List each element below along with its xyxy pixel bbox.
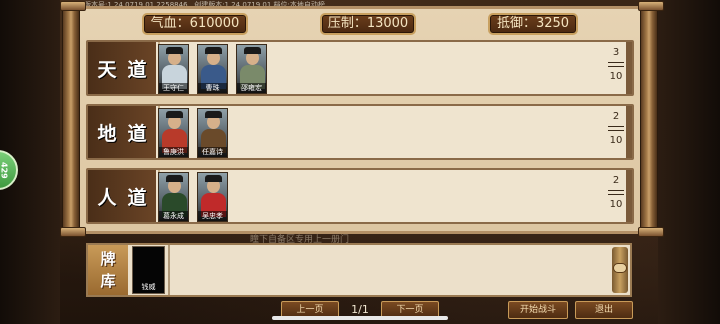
- bank-scrollbar[interactable]: [612, 247, 628, 293]
- hero-name: 葛永成: [159, 211, 188, 221]
- hero-card[interactable]: 葛永成: [158, 172, 189, 222]
- hero-card[interactable]: 王守仁: [158, 44, 189, 94]
- row-label-char: 人: [97, 186, 117, 209]
- exit-button[interactable]: 退出: [575, 301, 633, 319]
- row-count: 2 10: [608, 111, 624, 146]
- scroll-rod-right: [638, 1, 664, 237]
- hero-name: 王守仁: [159, 83, 188, 93]
- bank-card[interactable]: 钱威: [132, 246, 165, 294]
- row-label: 天 道: [88, 42, 156, 94]
- row-count: 2 10: [608, 175, 624, 210]
- bank-label-char: 牌: [100, 250, 116, 268]
- hero-name: 曹珠: [198, 83, 227, 93]
- card-bank[interactable]: 牌 库 钱威: [86, 243, 632, 297]
- formation-row-ren[interactable]: 人 道 葛永成 吴忠孝 2 10: [86, 168, 634, 224]
- hero-card[interactable]: 鲁庚洪: [158, 108, 189, 158]
- row-end-cap: [626, 106, 632, 158]
- bank-card-name: 钱威: [141, 283, 156, 291]
- scroll-knob-icon[interactable]: [613, 263, 627, 273]
- row-label-char: 道: [127, 122, 147, 145]
- hero-name: 邵雍宏: [237, 83, 266, 93]
- formation-row-tian[interactable]: 天 道 王守仁 曹珠 邵雍宏 3 10: [86, 40, 634, 96]
- suppress-stat: 压制：13000: [320, 13, 416, 35]
- row-label: 人 道: [88, 170, 156, 222]
- row-count: 3 10: [608, 47, 624, 82]
- bank-label-char: 库: [100, 272, 116, 290]
- hero-name: 鲁庚洪: [159, 147, 188, 157]
- row-end-cap: [626, 170, 632, 222]
- hp-stat: 气血：610000: [142, 13, 248, 35]
- start-battle-button[interactable]: 开始战斗: [508, 301, 568, 319]
- hero-card[interactable]: 邵雍宏: [236, 44, 267, 94]
- row-label-char: 天: [97, 58, 117, 81]
- scroll-rod-left: [60, 1, 86, 237]
- row-label-char: 地: [97, 122, 117, 145]
- bank-divider: [168, 245, 170, 295]
- bank-label: 牌 库: [88, 245, 128, 295]
- right-backdrop: [658, 0, 720, 324]
- row-end-cap: [626, 42, 632, 94]
- row-label-char: 道: [127, 186, 147, 209]
- hero-name: 任嘉诗: [198, 147, 227, 157]
- formation-row-di[interactable]: 地 道 鲁庚洪 任嘉诗 2 10: [86, 104, 634, 160]
- hero-name: 吴忠孝: [198, 211, 227, 221]
- row-label-char: 道: [127, 58, 147, 81]
- hero-card[interactable]: 曹珠: [197, 44, 228, 94]
- home-indicator: [272, 316, 448, 320]
- row-label: 地 道: [88, 106, 156, 158]
- hero-card[interactable]: 吴忠孝: [197, 172, 228, 222]
- defense-stat: 抵御：3250: [488, 13, 578, 35]
- page-indicator: 1/1: [351, 303, 369, 316]
- hero-card[interactable]: 任嘉诗: [197, 108, 228, 158]
